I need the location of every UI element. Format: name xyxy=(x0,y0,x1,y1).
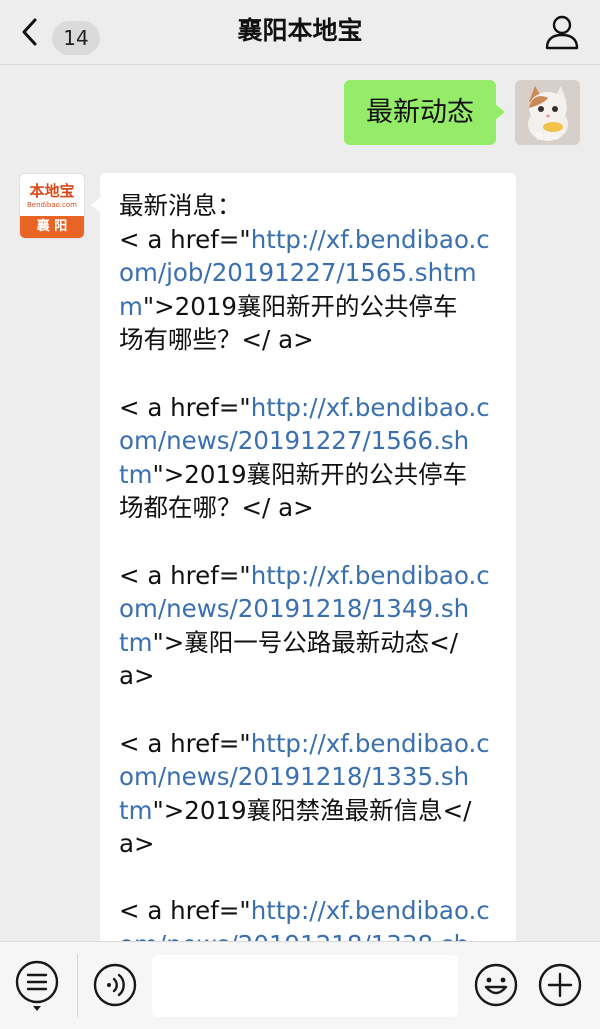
voice-button[interactable] xyxy=(93,963,137,1007)
message-text: ">2019襄阳新开的公共停车 xyxy=(152,459,468,489)
message-text: < a href=" xyxy=(119,728,251,758)
message-line: om/news/20191218/1349.sh xyxy=(119,592,498,626)
message-line: om/news/20191218/1338.sh xyxy=(119,928,498,941)
message-line: om/news/20191218/1335.sh xyxy=(119,760,498,794)
message-line: < a href="http://xf.bendibao.c xyxy=(119,727,498,761)
message-line: < a href="http://xf.bendibao.c xyxy=(119,894,498,928)
message-line: m">2019襄阳新开的公共停车 xyxy=(119,290,498,324)
message-text: a> xyxy=(119,661,155,691)
message-line-gap xyxy=(119,357,498,391)
avatar-caption: 我可以 xyxy=(535,132,560,141)
list-menu-icon xyxy=(15,960,59,1011)
emoji-button[interactable] xyxy=(474,963,518,1007)
message-link[interactable]: http://xf.bendibao.c xyxy=(251,729,490,758)
message-line-gap xyxy=(119,525,498,559)
message-text: < a href=" xyxy=(119,896,251,926)
message-line: 最新消息： xyxy=(119,189,498,223)
logo-name: 本地宝 xyxy=(29,182,75,200)
message-line-gap xyxy=(119,861,498,895)
bot-message-text: 最新消息： < a href="http://xf.bendibao.c om/jo… xyxy=(119,189,498,941)
back-button[interactable]: 14 xyxy=(12,10,112,55)
chat-title: 襄阳本地宝 xyxy=(237,16,363,45)
message-input[interactable] xyxy=(152,955,458,1017)
message-text: 场都在哪？</ a> xyxy=(119,493,314,523)
my-message-bubble[interactable]: 最新动态 xyxy=(344,80,505,145)
nav-bar: 14 襄阳本地宝 xyxy=(0,0,600,65)
message-link[interactable]: tm xyxy=(119,460,152,489)
message-line: om/news/20191227/1566.sh xyxy=(119,424,498,458)
message-line: < a href="http://xf.bendibao.c xyxy=(119,223,498,257)
message-link[interactable]: om/job/20191227/1565.shtm xyxy=(119,258,477,287)
message-link[interactable]: tm xyxy=(119,796,152,825)
message-line: 场都在哪？</ a> xyxy=(119,491,498,525)
message-link[interactable]: http://xf.bendibao.c xyxy=(251,561,490,590)
bot-avatar[interactable]: 本地宝 Bendibao.com 襄 阳 xyxy=(19,173,85,239)
message-line: tm">襄阳一号公路最新动态</ xyxy=(119,626,498,660)
smiley-icon xyxy=(474,963,518,1007)
message-link[interactable]: om/news/20191218/1349.sh xyxy=(119,594,469,623)
message-line: tm">2019襄阳新开的公共停车 xyxy=(119,458,498,492)
input-divider xyxy=(77,954,78,1017)
input-bar xyxy=(0,941,600,1029)
person-icon xyxy=(545,15,579,50)
message-link[interactable]: om/news/20191227/1566.sh xyxy=(119,426,469,455)
message-line-gap xyxy=(119,693,498,727)
message-text: < a href=" xyxy=(119,392,251,422)
unread-count-badge: 14 xyxy=(52,21,100,55)
message-link[interactable]: http://xf.bendibao.c xyxy=(251,225,490,254)
message-text: 最新消息： xyxy=(119,191,242,220)
my-avatar[interactable]: 我可以 xyxy=(515,80,580,145)
message-link[interactable]: om/news/20191218/1335.sh xyxy=(119,762,469,791)
message-link[interactable]: om/news/20191218/1338.sh xyxy=(119,930,469,941)
message-link[interactable]: m xyxy=(119,292,143,321)
more-button[interactable] xyxy=(538,963,582,1007)
message-text: ">襄阳一号公路最新动态</ xyxy=(152,627,459,657)
message-text: ">2019襄阳新开的公共停车 xyxy=(142,291,458,321)
message-text: 场有哪些？</ a> xyxy=(119,325,314,355)
message-link[interactable]: http://xf.bendibao.c xyxy=(251,896,490,925)
message-line: om/job/20191227/1565.shtm xyxy=(119,256,498,290)
bot-message-bubble[interactable]: 最新消息： < a href="http://xf.bendibao.c om/jo… xyxy=(91,173,516,941)
message-line: < a href="http://xf.bendibao.c xyxy=(119,559,498,593)
message-text: ">2019襄阳禁渔最新信息</ xyxy=(152,795,472,825)
message-line: a> xyxy=(119,827,498,861)
message-link[interactable]: tm xyxy=(119,628,152,657)
logo-city: 襄 阳 xyxy=(20,216,84,238)
plus-icon xyxy=(538,963,582,1007)
message-line: 场有哪些？</ a> xyxy=(119,323,498,357)
chevron-left-icon xyxy=(22,18,37,46)
profile-button[interactable] xyxy=(542,12,582,52)
message-line: a> xyxy=(119,659,498,693)
menu-button[interactable] xyxy=(14,960,60,1012)
voice-icon xyxy=(93,963,137,1007)
chat-area[interactable]: 最新动态 我可以 本地宝 Bendibao.com 襄 阳 最新消息： < a h… xyxy=(0,65,600,941)
message-link[interactable]: http://xf.bendibao.c xyxy=(251,393,490,422)
logo-domain: Bendibao.com xyxy=(26,201,77,209)
message-text: a> xyxy=(119,829,155,859)
message-line: tm">2019襄阳禁渔最新信息</ xyxy=(119,794,498,828)
message-text: < a href=" xyxy=(119,224,251,254)
message-line: < a href="http://xf.bendibao.c xyxy=(119,391,498,425)
message-text: < a href=" xyxy=(119,560,251,590)
